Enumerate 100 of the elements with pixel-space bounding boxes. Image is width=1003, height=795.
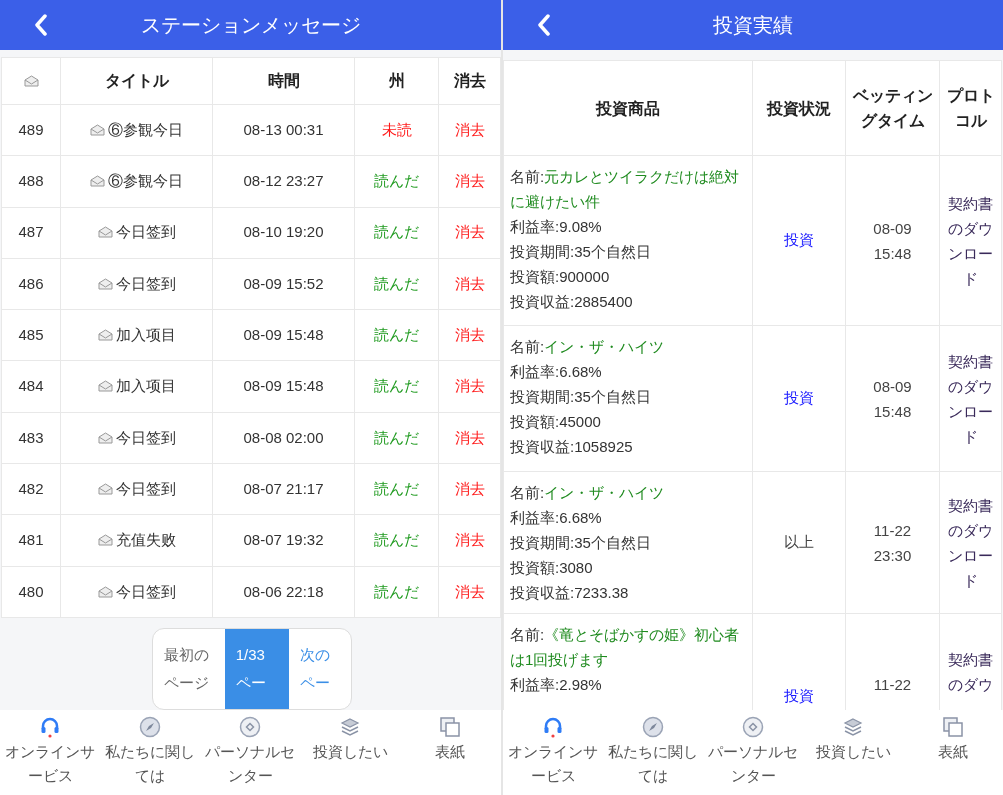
time-text: 11-22 23:30 <box>872 520 913 566</box>
nav-item[interactable]: パーソナルセンター <box>200 710 300 795</box>
headset-icon <box>39 716 61 738</box>
nav-item[interactable]: 表紙 <box>903 710 1003 795</box>
detail-line: 名前:元カレとツイラクだけは絶対に避けたい件 <box>510 167 741 212</box>
table-cell: 486 <box>1 258 61 310</box>
delete-link[interactable]: 消去 <box>438 207 501 259</box>
status-text: 読んだ <box>354 309 439 361</box>
delete-link[interactable]: 消去 <box>438 566 501 618</box>
delete-link[interactable]: 消去 <box>438 309 501 361</box>
status-text: 投資 <box>752 325 846 472</box>
delete-link[interactable]: 消去 <box>438 258 501 310</box>
message-title[interactable]: 今日签到 <box>60 207 213 259</box>
status-text: 投資 <box>752 155 846 326</box>
status-text: 読んだ <box>354 361 439 413</box>
message-title[interactable]: 今日签到 <box>60 258 213 310</box>
table-cell: 488 <box>1 155 61 208</box>
back-icon[interactable] <box>34 14 48 36</box>
delete-link[interactable]: 消去 <box>438 361 501 413</box>
table-cell: 08-09 15:52 <box>212 258 355 310</box>
message-title[interactable]: 今日签到 <box>60 566 213 618</box>
page-title: 投資実績 <box>713 13 793 38</box>
delete-link[interactable]: 消去 <box>438 412 501 464</box>
table-cell: 08-08 02:00 <box>212 412 355 464</box>
disc-icon <box>742 716 764 738</box>
nav-item[interactable]: オンラインサービス <box>503 710 603 795</box>
compass-icon <box>642 716 664 738</box>
copy-icon <box>439 716 461 738</box>
message-title[interactable]: 加入项目 <box>60 309 213 361</box>
envelope-icon <box>97 534 113 547</box>
detail-line: 投資額:3080 <box>510 558 594 578</box>
copy-icon <box>942 716 964 738</box>
column-header: 投資商品 <box>503 60 753 156</box>
time-text: 08-09 15:48 <box>872 376 913 422</box>
back-icon[interactable] <box>537 14 551 36</box>
nav-item[interactable]: 私たちに関しては <box>100 710 200 795</box>
envelope-icon <box>90 123 105 136</box>
detail-line: 投資額:900000 <box>510 267 611 287</box>
detail-line: 投資収益:7233.38 <box>510 583 630 603</box>
table-cell: 480 <box>1 566 61 618</box>
layers-icon <box>842 716 864 738</box>
message-title[interactable]: ⑥参観今日 <box>60 104 213 156</box>
status-text: 読んだ <box>354 566 439 618</box>
disc-icon <box>239 716 261 738</box>
envelope-icon <box>97 226 113 239</box>
page-button[interactable]: 次のペー <box>289 628 351 709</box>
status-text: 読んだ <box>354 207 439 259</box>
status-text: 読んだ <box>354 514 439 567</box>
nav-item[interactable]: 投資したい <box>803 710 903 795</box>
delete-link[interactable]: 消去 <box>438 155 501 208</box>
status-text: 読んだ <box>354 258 439 310</box>
table-cell: 485 <box>1 309 61 361</box>
column-header: 州 <box>354 57 439 105</box>
table-cell: 08-09 15:48 <box>212 361 355 413</box>
nav-item[interactable]: パーソナルセンター <box>703 710 803 795</box>
table-cell: 482 <box>1 463 61 515</box>
table-cell: 08-06 22:18 <box>212 566 355 618</box>
detail-line: 利益率:2.98% <box>510 675 603 695</box>
delete-link[interactable]: 消去 <box>438 104 501 156</box>
envelope-icon <box>97 277 113 290</box>
delete-link[interactable]: 消去 <box>438 514 501 567</box>
nav-item[interactable]: 表紙 <box>400 710 500 795</box>
detail-line: 投資収益:2885400 <box>510 292 634 312</box>
status-text: 未読 <box>354 104 439 156</box>
nav-item[interactable]: 投資したい <box>300 710 400 795</box>
detail-line: 名前:《竜とそばかすの姫》初心者は1回投げます <box>510 625 741 670</box>
column-header: 消去 <box>438 57 501 105</box>
table-cell: 487 <box>1 207 61 259</box>
column-header: プロトコル <box>939 60 1002 156</box>
message-title[interactable]: 加入项目 <box>60 361 213 413</box>
time-text: 08-09 15:48 <box>872 218 913 264</box>
detail-line: 投資収益:1058925 <box>510 437 634 457</box>
headset-icon <box>542 716 564 738</box>
time-text: 11-22 <box>872 674 913 695</box>
table-cell: 08-13 00:31 <box>212 104 355 156</box>
detail-line: 投資額:45000 <box>510 412 602 432</box>
envelope-icon <box>97 482 113 495</box>
detail-line: 利益率:9.08% <box>510 217 603 237</box>
table-cell: 08-07 21:17 <box>212 463 355 515</box>
table-cell: 08-10 19:20 <box>212 207 355 259</box>
table-cell: 08-09 15:48 <box>212 309 355 361</box>
nav-item[interactable]: 私たちに関しては <box>603 710 703 795</box>
detail-line: 投資期間:35个自然日 <box>510 533 652 553</box>
envelope-icon <box>97 380 113 393</box>
table-cell: 483 <box>1 412 61 464</box>
status-text: 読んだ <box>354 412 439 464</box>
layers-icon <box>339 716 361 738</box>
message-title[interactable]: 充值失败 <box>60 514 213 567</box>
message-title[interactable]: ⑥参観今日 <box>60 155 213 208</box>
table-cell: 484 <box>1 361 61 413</box>
envelope-icon <box>97 585 113 598</box>
page-title: ステーションメッセージ <box>140 13 361 38</box>
detail-line: 名前:イン・ザ・ハイツ <box>510 483 666 503</box>
delete-link[interactable]: 消去 <box>438 463 501 515</box>
page-button[interactable]: 最初のページ <box>153 628 225 709</box>
message-title[interactable]: 今日签到 <box>60 412 213 464</box>
nav-item[interactable]: オンラインサービス <box>0 710 100 795</box>
message-title[interactable]: 今日签到 <box>60 463 213 515</box>
table-cell: 489 <box>1 104 61 156</box>
detail-line: 投資期間:35个自然日 <box>510 242 652 262</box>
